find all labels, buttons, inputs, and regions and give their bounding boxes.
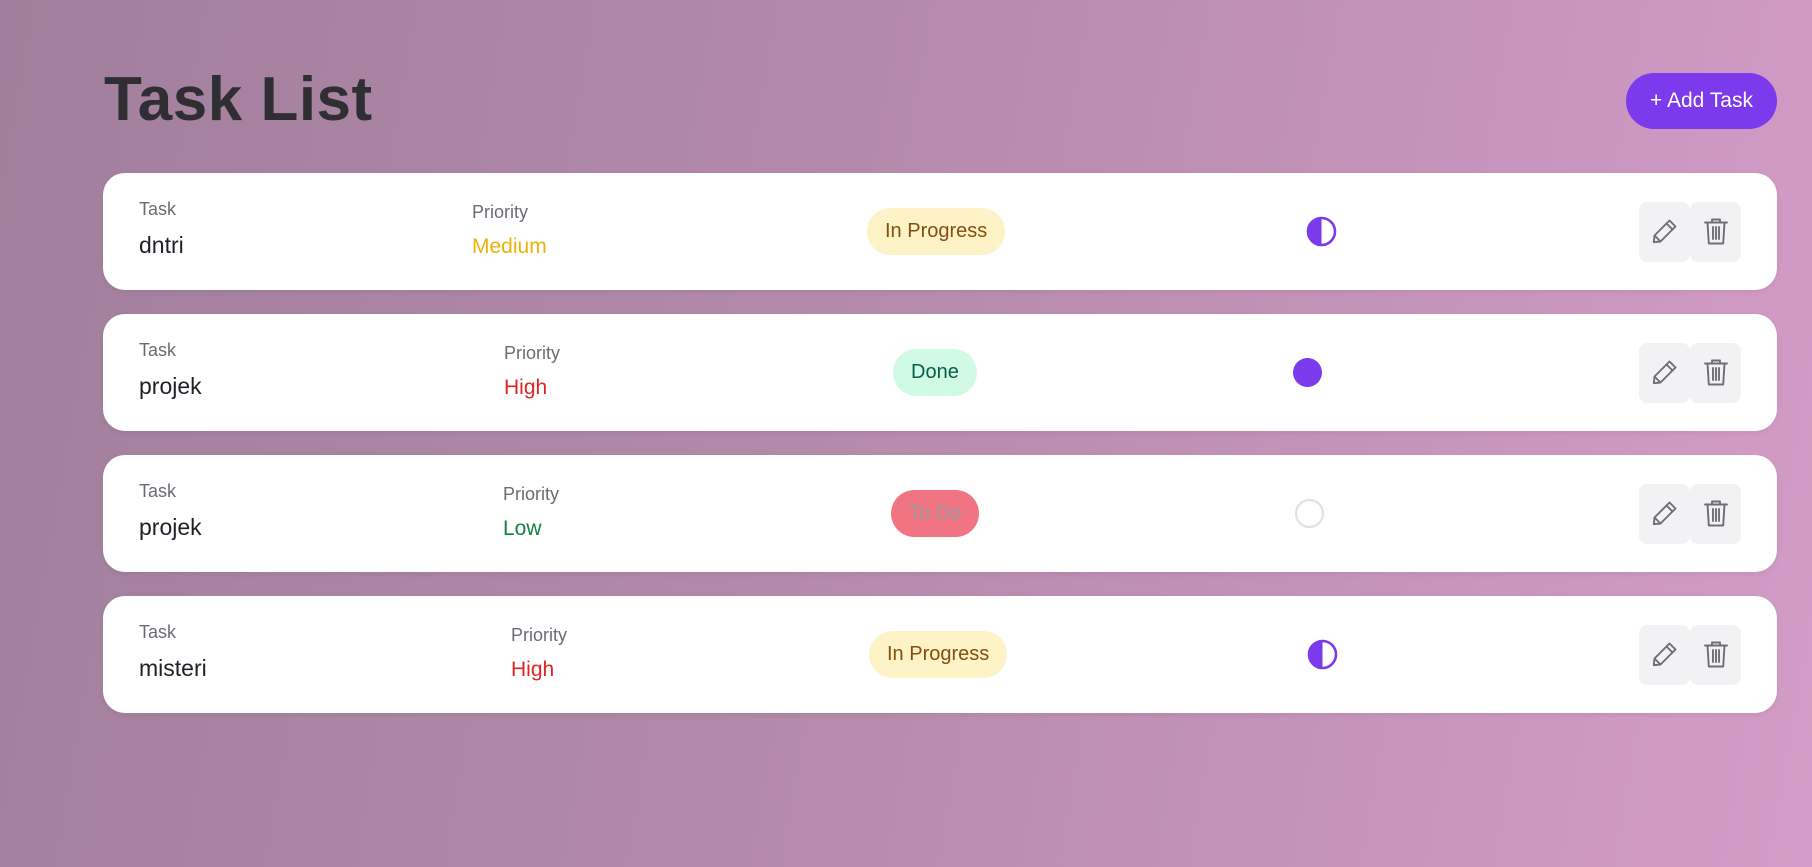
status-badge[interactable]: Done <box>893 349 977 396</box>
half-circle-icon[interactable] <box>1306 216 1337 247</box>
priority-field: Priority Medium <box>472 202 547 261</box>
priority-value: Medium <box>472 235 547 258</box>
pencil-icon <box>1650 357 1680 390</box>
trash-icon <box>1703 357 1729 390</box>
priority-value: High <box>504 376 548 399</box>
task-name: projek <box>139 373 202 399</box>
pencil-icon <box>1650 498 1680 531</box>
priority-label: Priority <box>504 343 561 363</box>
priority-value: Low <box>503 517 542 540</box>
task-list: Task dntri Priority Medium In Progress T… <box>103 173 1777 737</box>
edit-button[interactable] <box>1639 625 1690 685</box>
task-card: Task misteri Priority High In Progress <box>103 596 1777 713</box>
trash-icon <box>1703 639 1729 672</box>
add-task-button[interactable]: + Add Task <box>1626 73 1777 129</box>
delete-button[interactable] <box>1690 202 1741 262</box>
task-card: Task dntri Priority Medium In Progress <box>103 173 1777 290</box>
edit-button[interactable] <box>1639 202 1690 262</box>
task-field: Task misteri <box>139 622 207 682</box>
task-name: projek <box>139 514 202 540</box>
edit-button[interactable] <box>1639 343 1690 403</box>
task-label: Task <box>139 481 177 501</box>
header: Task List + Add Task <box>104 62 1777 142</box>
page-title: Task List <box>104 65 373 134</box>
task-card: Task projek Priority High Done <box>103 314 1777 431</box>
empty-circle-icon[interactable] <box>1294 498 1325 529</box>
priority-value: High <box>511 658 555 681</box>
pencil-icon <box>1650 639 1680 672</box>
delete-button[interactable] <box>1690 343 1741 403</box>
trash-icon <box>1703 216 1729 249</box>
task-name: dntri <box>139 232 184 258</box>
task-name: misteri <box>139 655 207 681</box>
priority-label: Priority <box>472 202 529 222</box>
delete-button[interactable] <box>1690 484 1741 544</box>
task-field: Task dntri <box>139 199 184 259</box>
filled-circle-icon[interactable] <box>1292 357 1323 388</box>
task-field: Task projek <box>139 340 202 400</box>
trash-icon <box>1703 498 1729 531</box>
status-badge[interactable]: To Do <box>891 490 980 537</box>
status-badge[interactable]: In Progress <box>869 631 1008 678</box>
edit-button[interactable] <box>1639 484 1690 544</box>
priority-field: Priority High <box>504 343 560 402</box>
delete-button[interactable] <box>1690 625 1741 685</box>
priority-label: Priority <box>503 484 560 504</box>
task-label: Task <box>139 622 177 642</box>
task-label: Task <box>139 340 177 360</box>
task-label: Task <box>139 199 177 219</box>
priority-field: Priority Low <box>503 484 559 543</box>
status-badge[interactable]: In Progress <box>867 208 1006 255</box>
half-circle-icon[interactable] <box>1307 639 1338 670</box>
priority-field: Priority High <box>511 625 567 684</box>
pencil-icon <box>1650 216 1680 249</box>
task-field: Task projek <box>139 481 202 541</box>
priority-label: Priority <box>511 625 568 645</box>
task-card: Task projek Priority Low To Do <box>103 455 1777 572</box>
